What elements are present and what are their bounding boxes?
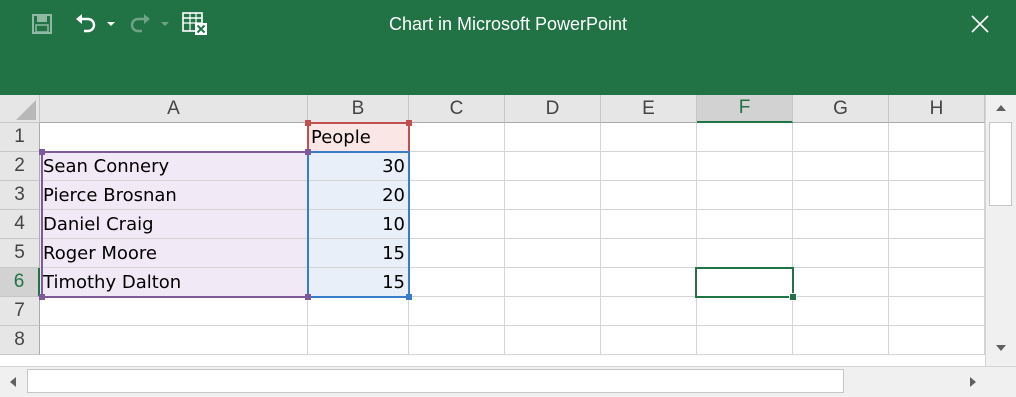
cell-d7[interactable] bbox=[505, 297, 601, 326]
cell-e2[interactable] bbox=[601, 152, 697, 181]
cell-d3[interactable] bbox=[505, 181, 601, 210]
cell-e1[interactable] bbox=[601, 123, 697, 152]
select-all-corner[interactable] bbox=[0, 95, 40, 123]
window-title: Chart in Microsoft PowerPoint bbox=[388, 14, 628, 34]
cell-g3[interactable] bbox=[793, 181, 889, 210]
cell-c7[interactable] bbox=[409, 297, 505, 326]
cell-g5[interactable] bbox=[793, 239, 889, 268]
range-handle[interactable] bbox=[305, 149, 311, 155]
cell-h6[interactable] bbox=[889, 268, 985, 297]
cell-h7[interactable] bbox=[889, 297, 985, 326]
spreadsheet-grid: A B C D E F G H 1 2 3 4 5 6 7 8 People S… bbox=[0, 95, 1016, 366]
cell-d5[interactable] bbox=[505, 239, 601, 268]
row-header-1[interactable]: 1 bbox=[0, 123, 40, 152]
column-header-a[interactable]: A bbox=[40, 95, 308, 123]
cell-h8[interactable] bbox=[889, 326, 985, 355]
scroll-left-arrow-icon[interactable] bbox=[4, 372, 22, 392]
range-handle[interactable] bbox=[305, 294, 311, 300]
cell-d6[interactable] bbox=[505, 268, 601, 297]
cell-g8[interactable] bbox=[793, 326, 889, 355]
row-header-5[interactable]: 5 bbox=[0, 239, 40, 268]
cell-f5[interactable] bbox=[697, 239, 793, 268]
row-header-3[interactable]: 3 bbox=[0, 181, 40, 210]
cell-h2[interactable] bbox=[889, 152, 985, 181]
cell-b8[interactable] bbox=[308, 326, 409, 355]
cell-a7[interactable] bbox=[40, 297, 308, 326]
cell-d4[interactable] bbox=[505, 210, 601, 239]
row-header-2[interactable]: 2 bbox=[0, 152, 40, 181]
column-header-h[interactable]: H bbox=[889, 95, 985, 123]
column-header-g[interactable]: G bbox=[793, 95, 889, 123]
cell-c1[interactable] bbox=[409, 123, 505, 152]
cell-c8[interactable] bbox=[409, 326, 505, 355]
values-range-border bbox=[307, 151, 410, 298]
column-header-d[interactable]: D bbox=[505, 95, 601, 123]
cell-f3[interactable] bbox=[697, 181, 793, 210]
cell-c3[interactable] bbox=[409, 181, 505, 210]
cell-d8[interactable] bbox=[505, 326, 601, 355]
cell-h3[interactable] bbox=[889, 181, 985, 210]
fill-handle[interactable] bbox=[789, 293, 797, 301]
cell-g4[interactable] bbox=[793, 210, 889, 239]
row-header-8[interactable]: 8 bbox=[0, 326, 40, 355]
active-cell-selection bbox=[695, 267, 794, 298]
horizontal-scroll-thumb[interactable] bbox=[27, 369, 844, 393]
range-handle[interactable] bbox=[406, 120, 412, 126]
series-name-range-border bbox=[307, 122, 410, 153]
column-header-c[interactable]: C bbox=[409, 95, 505, 123]
cell-e6[interactable] bbox=[601, 268, 697, 297]
cell-h1[interactable] bbox=[889, 123, 985, 152]
horizontal-scrollbar[interactable] bbox=[0, 366, 1016, 397]
vertical-scrollbar[interactable] bbox=[985, 95, 1016, 366]
cell-e3[interactable] bbox=[601, 181, 697, 210]
cell-e7[interactable] bbox=[601, 297, 697, 326]
vertical-scroll-thumb[interactable] bbox=[989, 122, 1012, 206]
title-bar: Chart in Microsoft PowerPoint bbox=[0, 0, 1016, 95]
cell-g6[interactable] bbox=[793, 268, 889, 297]
cell-e5[interactable] bbox=[601, 239, 697, 268]
row-header-4[interactable]: 4 bbox=[0, 210, 40, 239]
cell-f8[interactable] bbox=[697, 326, 793, 355]
range-handle[interactable] bbox=[406, 294, 412, 300]
range-handle[interactable] bbox=[305, 120, 311, 126]
cell-e4[interactable] bbox=[601, 210, 697, 239]
cell-h4[interactable] bbox=[889, 210, 985, 239]
cell-e8[interactable] bbox=[601, 326, 697, 355]
cell-f7[interactable] bbox=[697, 297, 793, 326]
cell-f1[interactable] bbox=[697, 123, 793, 152]
cell-g2[interactable] bbox=[793, 152, 889, 181]
scroll-right-arrow-icon[interactable] bbox=[964, 372, 982, 392]
close-icon[interactable] bbox=[966, 10, 994, 38]
cell-c5[interactable] bbox=[409, 239, 505, 268]
cell-c4[interactable] bbox=[409, 210, 505, 239]
cell-g1[interactable] bbox=[793, 123, 889, 152]
column-header-e[interactable]: E bbox=[601, 95, 697, 123]
cell-g7[interactable] bbox=[793, 297, 889, 326]
row-header-6[interactable]: 6 bbox=[0, 268, 40, 297]
cell-a8[interactable] bbox=[40, 326, 308, 355]
categories-range-border bbox=[41, 151, 309, 298]
cell-c6[interactable] bbox=[409, 268, 505, 297]
cell-b7[interactable] bbox=[308, 297, 409, 326]
scroll-down-arrow-icon[interactable] bbox=[990, 339, 1012, 357]
range-handle[interactable] bbox=[39, 294, 45, 300]
cell-c2[interactable] bbox=[409, 152, 505, 181]
range-handle[interactable] bbox=[39, 149, 45, 155]
cell-h5[interactable] bbox=[889, 239, 985, 268]
column-header-f[interactable]: F bbox=[697, 95, 793, 123]
column-header-b[interactable]: B bbox=[308, 95, 409, 123]
cell-d2[interactable] bbox=[505, 152, 601, 181]
scroll-up-arrow-icon[interactable] bbox=[990, 99, 1012, 117]
row-header-7[interactable]: 7 bbox=[0, 297, 40, 326]
cell-d1[interactable] bbox=[505, 123, 601, 152]
cell-a1[interactable] bbox=[40, 123, 308, 152]
cell-f4[interactable] bbox=[697, 210, 793, 239]
cell-f2[interactable] bbox=[697, 152, 793, 181]
